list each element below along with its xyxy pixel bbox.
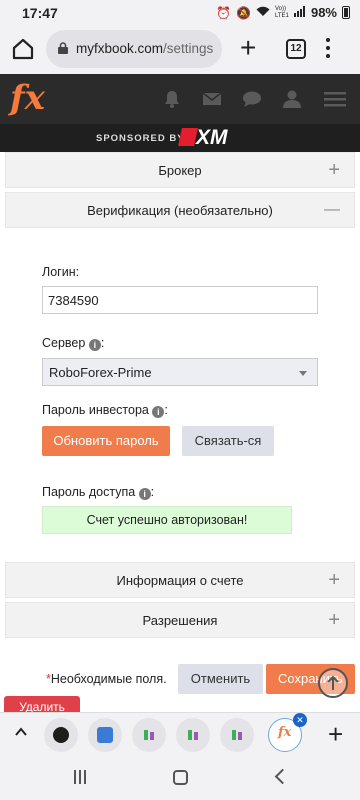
add-tab-icon[interactable]: + xyxy=(328,719,343,750)
info-icon[interactable]: i xyxy=(138,488,151,500)
candlestick-icon xyxy=(188,730,198,740)
cancel-button[interactable]: Отменить xyxy=(178,664,263,694)
site-logo[interactable]: fx xyxy=(10,78,45,118)
required-text: Необходимые поля. xyxy=(50,672,167,686)
new-tab-icon[interactable]: + xyxy=(240,34,256,62)
tab-thumbnail[interactable] xyxy=(44,718,78,752)
url-path: /settings xyxy=(163,41,214,56)
battery-percent: 98% xyxy=(310,5,337,20)
sponsor-brand: XM xyxy=(196,126,228,149)
panel-verification-title: Верификация (необязательно) xyxy=(87,203,273,218)
silent-icon: 🔕 xyxy=(236,5,251,20)
url-text[interactable]: myfxbook.com/settings xyxy=(76,41,213,56)
tab-thumbnail-active[interactable]: fx ✕ xyxy=(268,713,307,752)
server-select-value: RoboForex-Prime xyxy=(49,365,152,380)
investor-password-label-text: Пароль инвестора xyxy=(42,403,149,417)
login-label: Логин: xyxy=(42,265,80,279)
site-header: fx xyxy=(0,74,360,124)
server-label: Сервер i: xyxy=(42,336,104,351)
tab-thumbnail[interactable] xyxy=(132,718,166,752)
panel-verification-header[interactable]: Верификация (необязательно) — xyxy=(5,192,355,228)
access-password-label-text: Пароль доступа xyxy=(42,485,136,499)
system-nav-bar xyxy=(0,756,360,800)
url-domain: myfxbook.com xyxy=(76,41,164,56)
battery-icon xyxy=(342,6,350,19)
login-field[interactable]: 7384590 xyxy=(42,286,318,314)
network-label: Vo)) LTE1 xyxy=(274,5,289,19)
success-alert: Счет успешно авторизован! xyxy=(42,506,292,534)
close-tab-icon[interactable]: ✕ xyxy=(293,713,307,727)
fx-favicon: fx xyxy=(278,725,292,740)
scroll-to-top-button[interactable] xyxy=(318,668,348,698)
recents-icon[interactable] xyxy=(74,770,88,784)
panel-account-info-title: Информация о счете xyxy=(116,573,244,588)
xm-logo-mark xyxy=(178,128,198,146)
connect-button[interactable]: Связать-ся xyxy=(182,426,274,456)
server-label-suffix: : xyxy=(100,336,105,350)
investor-password-label: Пароль инвестора i: xyxy=(42,403,168,418)
panel-account-info-header[interactable]: Информация о счете + xyxy=(5,562,355,598)
tab-thumbnail[interactable] xyxy=(220,718,254,752)
settings-content: Брокер + Верификация (необязательно) — Л… xyxy=(0,152,360,720)
info-icon[interactable]: i xyxy=(152,406,165,418)
mail-icon[interactable] xyxy=(202,90,222,108)
home-icon[interactable] xyxy=(10,36,36,62)
server-select[interactable]: RoboForex-Prime xyxy=(42,358,318,386)
app-favicon xyxy=(97,727,113,743)
info-icon[interactable]: i xyxy=(88,339,101,351)
signal-icon xyxy=(293,5,306,20)
expand-icon[interactable]: + xyxy=(328,609,340,632)
chevron-down-icon xyxy=(299,371,307,376)
bell-icon[interactable] xyxy=(162,90,182,108)
back-icon[interactable] xyxy=(274,768,291,785)
access-password-label-suffix: : xyxy=(150,485,155,499)
status-icons: ⏰ 🔕 Vo)) LTE1 98% xyxy=(216,5,350,20)
candlestick-icon xyxy=(232,730,242,740)
browser-toolbar: myfxbook.com/settings + 12 xyxy=(0,26,360,74)
address-bar[interactable]: myfxbook.com/settings xyxy=(46,30,222,68)
update-password-button[interactable]: Обновить пароль xyxy=(42,426,170,456)
chat-icon[interactable] xyxy=(242,90,262,108)
tab-thumbnail[interactable] xyxy=(88,718,122,752)
access-password-label: Пароль доступа i: xyxy=(42,485,154,500)
expand-icon[interactable]: + xyxy=(328,159,340,182)
server-label-text: Сервер xyxy=(42,336,86,350)
collapse-icon[interactable]: — xyxy=(324,201,340,219)
investor-password-label-suffix: : xyxy=(164,403,168,417)
status-time: 17:47 xyxy=(22,5,58,21)
sponsor-banner[interactable]: SPONSORED BY XM xyxy=(0,124,360,152)
expand-icon[interactable]: + xyxy=(328,569,340,592)
wifi-icon xyxy=(256,6,270,20)
sponsor-label: SPONSORED BY xyxy=(96,133,185,144)
tab-thumbnail[interactable] xyxy=(176,718,210,752)
chevron-up-icon[interactable] xyxy=(14,725,28,739)
hamburger-icon[interactable] xyxy=(324,90,346,108)
arrow-up-icon xyxy=(327,675,339,690)
alarm-icon: ⏰ xyxy=(216,5,232,20)
lock-icon xyxy=(58,42,68,54)
tabs-icon[interactable]: 12 xyxy=(286,39,306,59)
home-button-icon[interactable] xyxy=(173,770,188,785)
required-fields-note: *Необходимые поля. xyxy=(46,672,167,686)
avatar-favicon xyxy=(53,727,69,743)
panel-permissions-header[interactable]: Разрешения + xyxy=(5,602,355,638)
panel-broker-header[interactable]: Брокер + xyxy=(5,152,355,188)
status-bar: 17:47 ⏰ 🔕 Vo)) LTE1 98% xyxy=(0,0,360,26)
panel-broker-title: Брокер xyxy=(158,163,202,178)
candlestick-icon xyxy=(144,730,154,740)
panel-permissions-title: Разрешения xyxy=(142,613,218,628)
menu-icon[interactable] xyxy=(326,38,332,62)
user-icon[interactable] xyxy=(282,90,302,108)
tab-strip: fx ✕ + xyxy=(0,712,360,756)
